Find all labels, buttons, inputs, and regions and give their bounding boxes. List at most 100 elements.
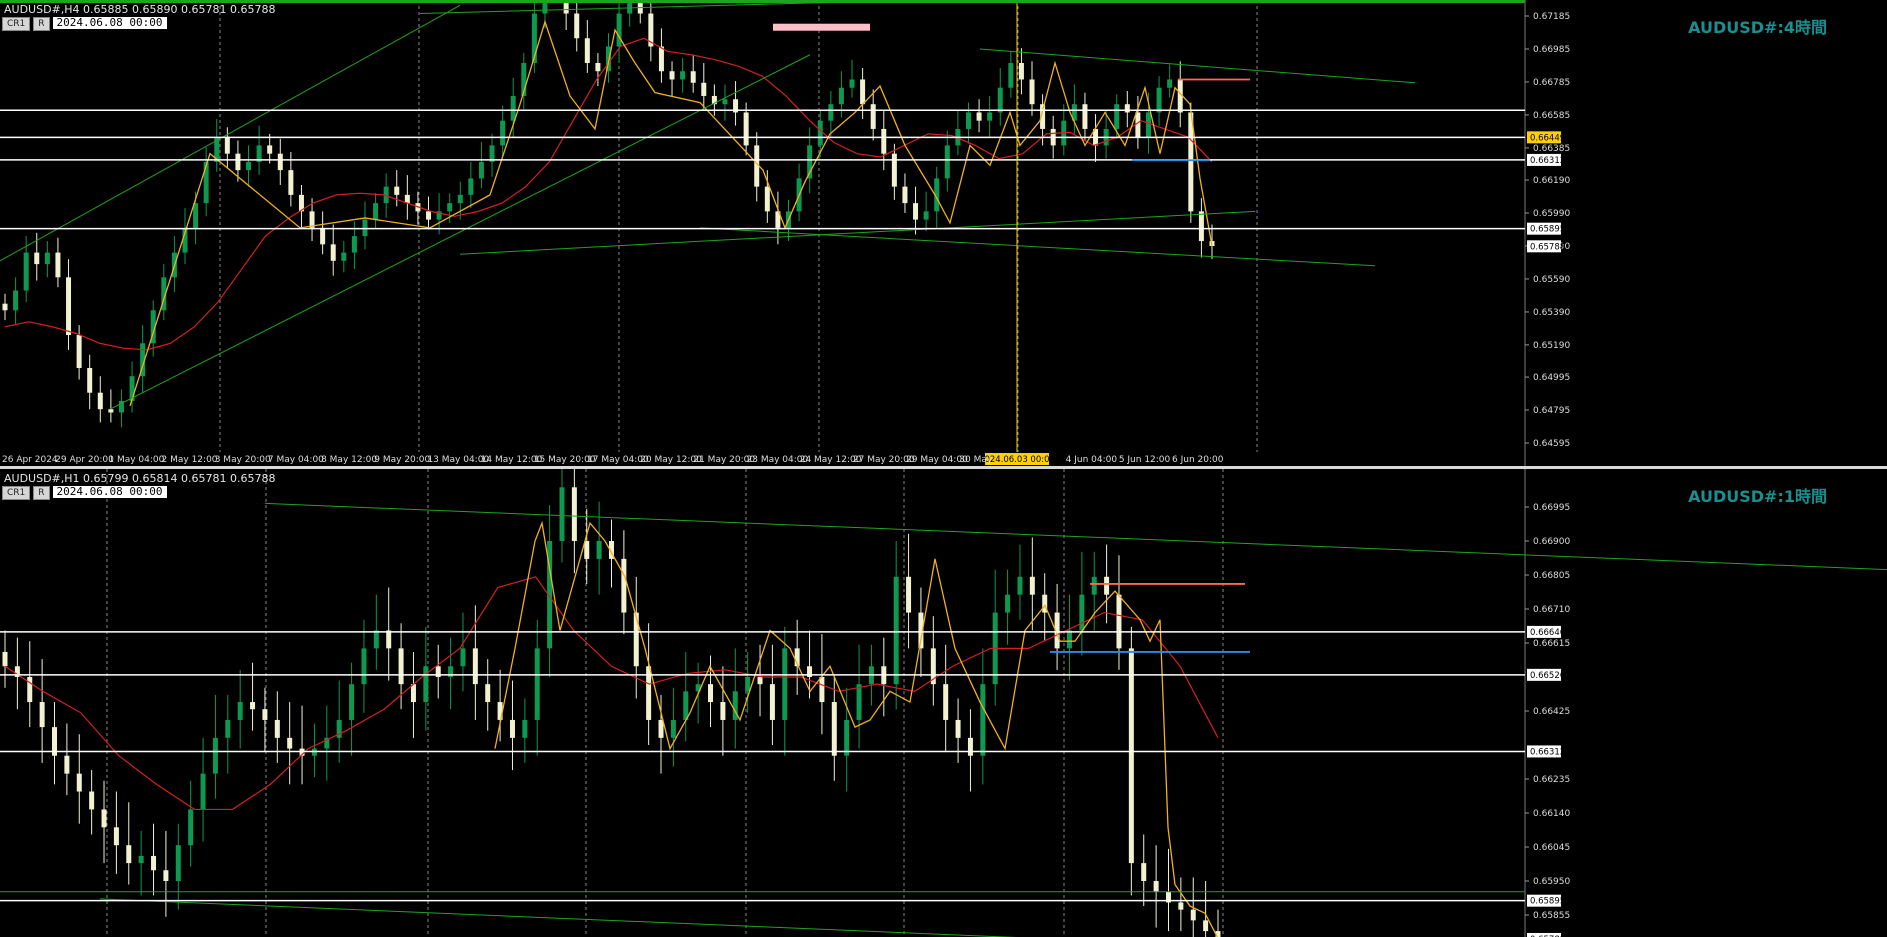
candle-body [23,252,29,291]
price-tick-label: 0.66140 [1533,809,1570,819]
candle-body [764,186,770,212]
candle-body [373,203,379,220]
candle-body [500,120,506,146]
candle-body [782,648,788,720]
zigzag-line [494,520,1219,937]
candle-body [89,791,95,810]
candle-body [478,161,484,179]
candle-body [2,651,8,667]
trend-channel-line [699,227,1376,267]
candle-body [849,79,855,88]
candle-body [423,666,429,703]
price-badge-label: 0.66646 [1530,628,1565,638]
candle-body [2,303,8,311]
candle-body [708,684,714,703]
price-tick-label: 0.65855 [1533,911,1570,921]
h1-symbol-header: AUDUSD#,H1 0.65799 0.65814 0.65781 0.657… [4,472,276,485]
candle-body [246,161,252,171]
candle-body [39,702,45,728]
h4-chart-canvas[interactable]: 2024.06.03 00:000.671850.669850.667850.6… [0,0,1887,466]
time-axis-label: 5 Jun 12:00 [1119,455,1171,465]
candle-body [1079,594,1085,631]
candle-body [1104,576,1110,595]
price-tick-label: 0.66785 [1533,78,1570,88]
candle-body [1145,112,1151,138]
candle-body [1198,211,1204,242]
candle-body [902,186,908,204]
h1-toolbar: CR1 R 2024.06.08 00:00 [2,486,167,500]
trend-channel-line [979,48,1416,84]
candle-body [362,219,368,237]
time-axis-label: 7 May 04:00 [268,455,324,465]
candle-body [460,648,466,667]
candle-body [1114,104,1120,129]
candle-body [250,702,256,710]
candle-body [658,719,664,738]
candle-body [13,290,19,311]
candle-body [212,737,218,774]
candle-body [584,38,590,63]
candle-body [277,153,283,171]
time-axis-label: 6 Jun 20:00 [1172,455,1224,465]
candle-body [175,845,181,881]
candle-body [447,203,453,212]
h1-date-input[interactable]: 2024.06.08 00:00 [52,486,167,498]
h1-r-button[interactable]: R [33,486,50,500]
price-tick-label: 0.66710 [1533,605,1570,615]
candle-body [967,737,973,756]
h4-chart-pane[interactable]: 2024.06.03 00:00 0.67185 0.66985 0.66785 0.6… [0,0,1887,466]
price-tick-label: 0.66985 [1533,45,1570,55]
time-axis-label: 26 Apr 2024 [2,455,58,465]
candle-body [571,487,577,541]
candle-body [595,62,601,72]
candle-body [468,178,474,195]
price-tick-label: 0.66995 [1533,503,1570,513]
price-tick-label: 0.66585 [1533,111,1570,121]
candle-body [658,46,664,72]
candle-body [76,773,82,792]
candle-body [870,104,876,129]
candle-body [1141,863,1147,881]
candle-body [108,409,114,413]
price-tick-label: 0.65990 [1533,209,1570,219]
candle-body [997,87,1003,113]
candle-body [1018,62,1024,80]
candle-body [743,112,749,146]
h4-date-input[interactable]: 2024.06.08 00:00 [52,17,167,29]
candle-body [701,82,707,96]
h1-chart-canvas[interactable]: 0.66995 0.66900 0.66805 0.66710 0.66615 0.664… [0,469,1887,937]
candle-body [151,855,157,871]
candle-body [262,709,268,720]
candle-body [126,845,132,864]
candle-body [44,252,50,265]
price-badge-label: 0.65895 [1530,225,1565,235]
candle-body [510,95,516,121]
candle-body [955,719,961,738]
price-tick-label: 0.65950 [1533,877,1570,887]
time-axis-label: 9 May 20:00 [374,455,430,465]
price-tick-label: 0.64595 [1533,439,1570,449]
candle-body [34,252,40,265]
h1-chart-pane[interactable]: 0.66995 0.66900 0.66805 0.66710 0.66615 0.664… [0,469,1887,937]
h4-r-button[interactable]: R [33,17,50,31]
candle-body [394,186,400,195]
candle-body [1017,576,1023,595]
candle-body [55,252,61,278]
h1-cr-button[interactable]: CR1 [2,486,31,500]
price-tick-label: 0.66425 [1533,707,1570,717]
candle-body [831,702,837,756]
candle-body [690,71,696,83]
h4-symbol-header: AUDUSD#,H4 0.65885 0.65890 0.65781 0.657… [4,3,276,16]
candle-body [1153,881,1159,892]
candle-body [913,203,919,220]
trend-channel-line [459,210,1256,255]
candle-body [398,648,404,685]
h4-cr-button[interactable]: CR1 [2,17,31,31]
candle-body [893,576,899,685]
candle-body [1156,87,1162,113]
candle-body [980,684,986,756]
candle-body [426,211,432,220]
candle-body [633,612,639,667]
price-tick-label: 0.66235 [1533,775,1570,785]
candle-body [274,719,280,738]
